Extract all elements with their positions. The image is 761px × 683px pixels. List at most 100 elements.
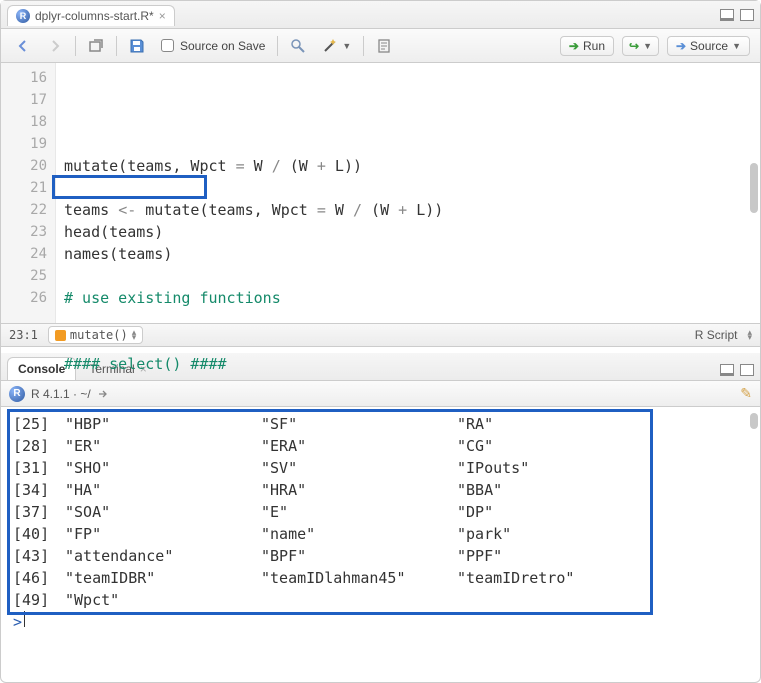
popout-icon[interactable] [97,388,109,400]
rerun-button[interactable]: ↪ ▼ [622,36,659,56]
line-number: 18 [1,111,47,133]
code-tools-button[interactable]: ▼ [318,36,355,56]
back-button[interactable] [11,36,35,56]
separator [75,36,76,56]
row-index: [25] [13,413,65,435]
row-value: "E" [261,501,457,523]
save-button[interactable] [125,36,149,56]
console-output[interactable]: [25]"HBP""SF""RA"[28]"ER""ERA""CG"[31]"S… [1,407,760,643]
rerun-arrow-icon: ↪ [629,39,639,53]
row-value [457,589,653,611]
file-tab[interactable]: R dplyr-columns-start.R* × [7,5,175,26]
run-button[interactable]: ➔ Run [560,36,614,56]
row-value: "HRA" [261,479,457,501]
row-value: "teamIDlahman45" [261,567,457,589]
console-toolbar: R R 4.1.1 · ~/ ✎ [1,381,760,407]
row-index: [31] [13,457,65,479]
row-value: "name" [261,523,457,545]
code-line[interactable] [64,265,760,287]
file-tab-title: dplyr-columns-start.R* [35,9,154,23]
row-value: "SHO" [65,457,261,479]
run-label: Run [583,39,605,53]
line-number: 25 [1,265,47,287]
forward-arrow-icon [47,38,63,54]
row-value: "IPouts" [457,457,653,479]
console-row: [25]"HBP""SF""RA" [13,413,748,435]
compile-report-button[interactable] [372,36,396,56]
code-line[interactable]: names(teams) [64,243,760,265]
source-on-save-toggle[interactable]: Source on Save [157,37,269,55]
console-row: [49]"Wpct" [13,589,748,611]
save-icon [129,38,145,54]
clear-console-icon[interactable]: ✎ [740,385,752,402]
row-value: "CG" [457,435,653,457]
cursor [24,611,25,627]
source-label: Source [690,39,728,53]
code-line[interactable] [64,177,760,199]
line-number: 26 [1,287,47,309]
row-value: "attendance" [65,545,261,567]
find-button[interactable] [286,36,310,56]
console-prompt-line[interactable]: > [13,611,748,633]
caret-down-icon: ▼ [643,41,652,51]
code-line[interactable] [64,309,760,331]
minimize-pane-icon[interactable] [720,9,734,21]
line-number: 21 [1,177,47,199]
console-scrollbar[interactable] [750,413,758,429]
forward-button[interactable] [43,36,67,56]
row-value: "PPF" [457,545,653,567]
line-number: 23 [1,221,47,243]
search-icon [290,38,306,54]
row-index: [43] [13,545,65,567]
source-button[interactable]: ➔ Source ▼ [667,36,750,56]
row-value: "DP" [457,501,653,523]
wand-icon [322,38,338,54]
separator [363,36,364,56]
row-index: [34] [13,479,65,501]
console-row: [34]"HA""HRA""BBA" [13,479,748,501]
separator [116,36,117,56]
row-index: [37] [13,501,65,523]
maximize-pane-icon[interactable] [740,9,754,21]
editor-scrollbar[interactable] [750,163,758,213]
row-value: "park" [457,523,653,545]
line-number: 19 [1,133,47,155]
row-value: "RA" [457,413,653,435]
row-value: "Wpct" [65,589,261,611]
line-number-gutter: 1617181920212223242526 [1,63,56,323]
r-file-icon: R [16,9,30,23]
line-number: 16 [1,67,47,89]
editor-toolbar: Source on Save ▼ ➔ Run ↪ ▼ ➔ Source ▼ [1,29,760,63]
caret-down-icon: ▼ [732,41,741,51]
line-number: 20 [1,155,47,177]
code-line[interactable]: teams <- mutate(teams, Wpct = W / (W + L… [64,199,760,221]
checkbox-icon [161,39,174,52]
console-row: [31]"SHO""SV""IPouts" [13,457,748,479]
show-in-new-window-button[interactable] [84,36,108,56]
console-row: [43]"attendance""BPF""PPF" [13,545,748,567]
code-line[interactable]: head(teams) [64,221,760,243]
source-on-save-label: Source on Save [180,39,265,53]
code-line[interactable]: #### select() #### [64,353,760,375]
code-line[interactable] [64,331,760,353]
notebook-icon [376,38,392,54]
code-editor[interactable]: 1617181920212223242526 mutate(teams, Wpc… [1,63,760,323]
code-line[interactable]: # use existing functions [64,287,760,309]
code-area[interactable]: mutate(teams, Wpct = W / (W + L)) teams … [56,63,760,323]
editor-tabbar: R dplyr-columns-start.R* × [1,1,760,29]
row-value: "ER" [65,435,261,457]
code-line[interactable] [64,133,760,155]
row-value: "FP" [65,523,261,545]
row-value: "HBP" [65,413,261,435]
tab-console-label: Console [18,362,65,376]
separator [277,36,278,56]
code-line[interactable]: mutate(teams, Wpct = W / (W + L)) [64,155,760,177]
caret-down-icon: ▼ [342,41,351,51]
row-index: [46] [13,567,65,589]
row-value: "HA" [65,479,261,501]
console-row: [37]"SOA""E""DP" [13,501,748,523]
prompt-symbol: > [13,611,22,633]
console-row: [28]"ER""ERA""CG" [13,435,748,457]
r-logo-icon: R [9,386,25,402]
close-icon[interactable]: × [159,9,166,23]
